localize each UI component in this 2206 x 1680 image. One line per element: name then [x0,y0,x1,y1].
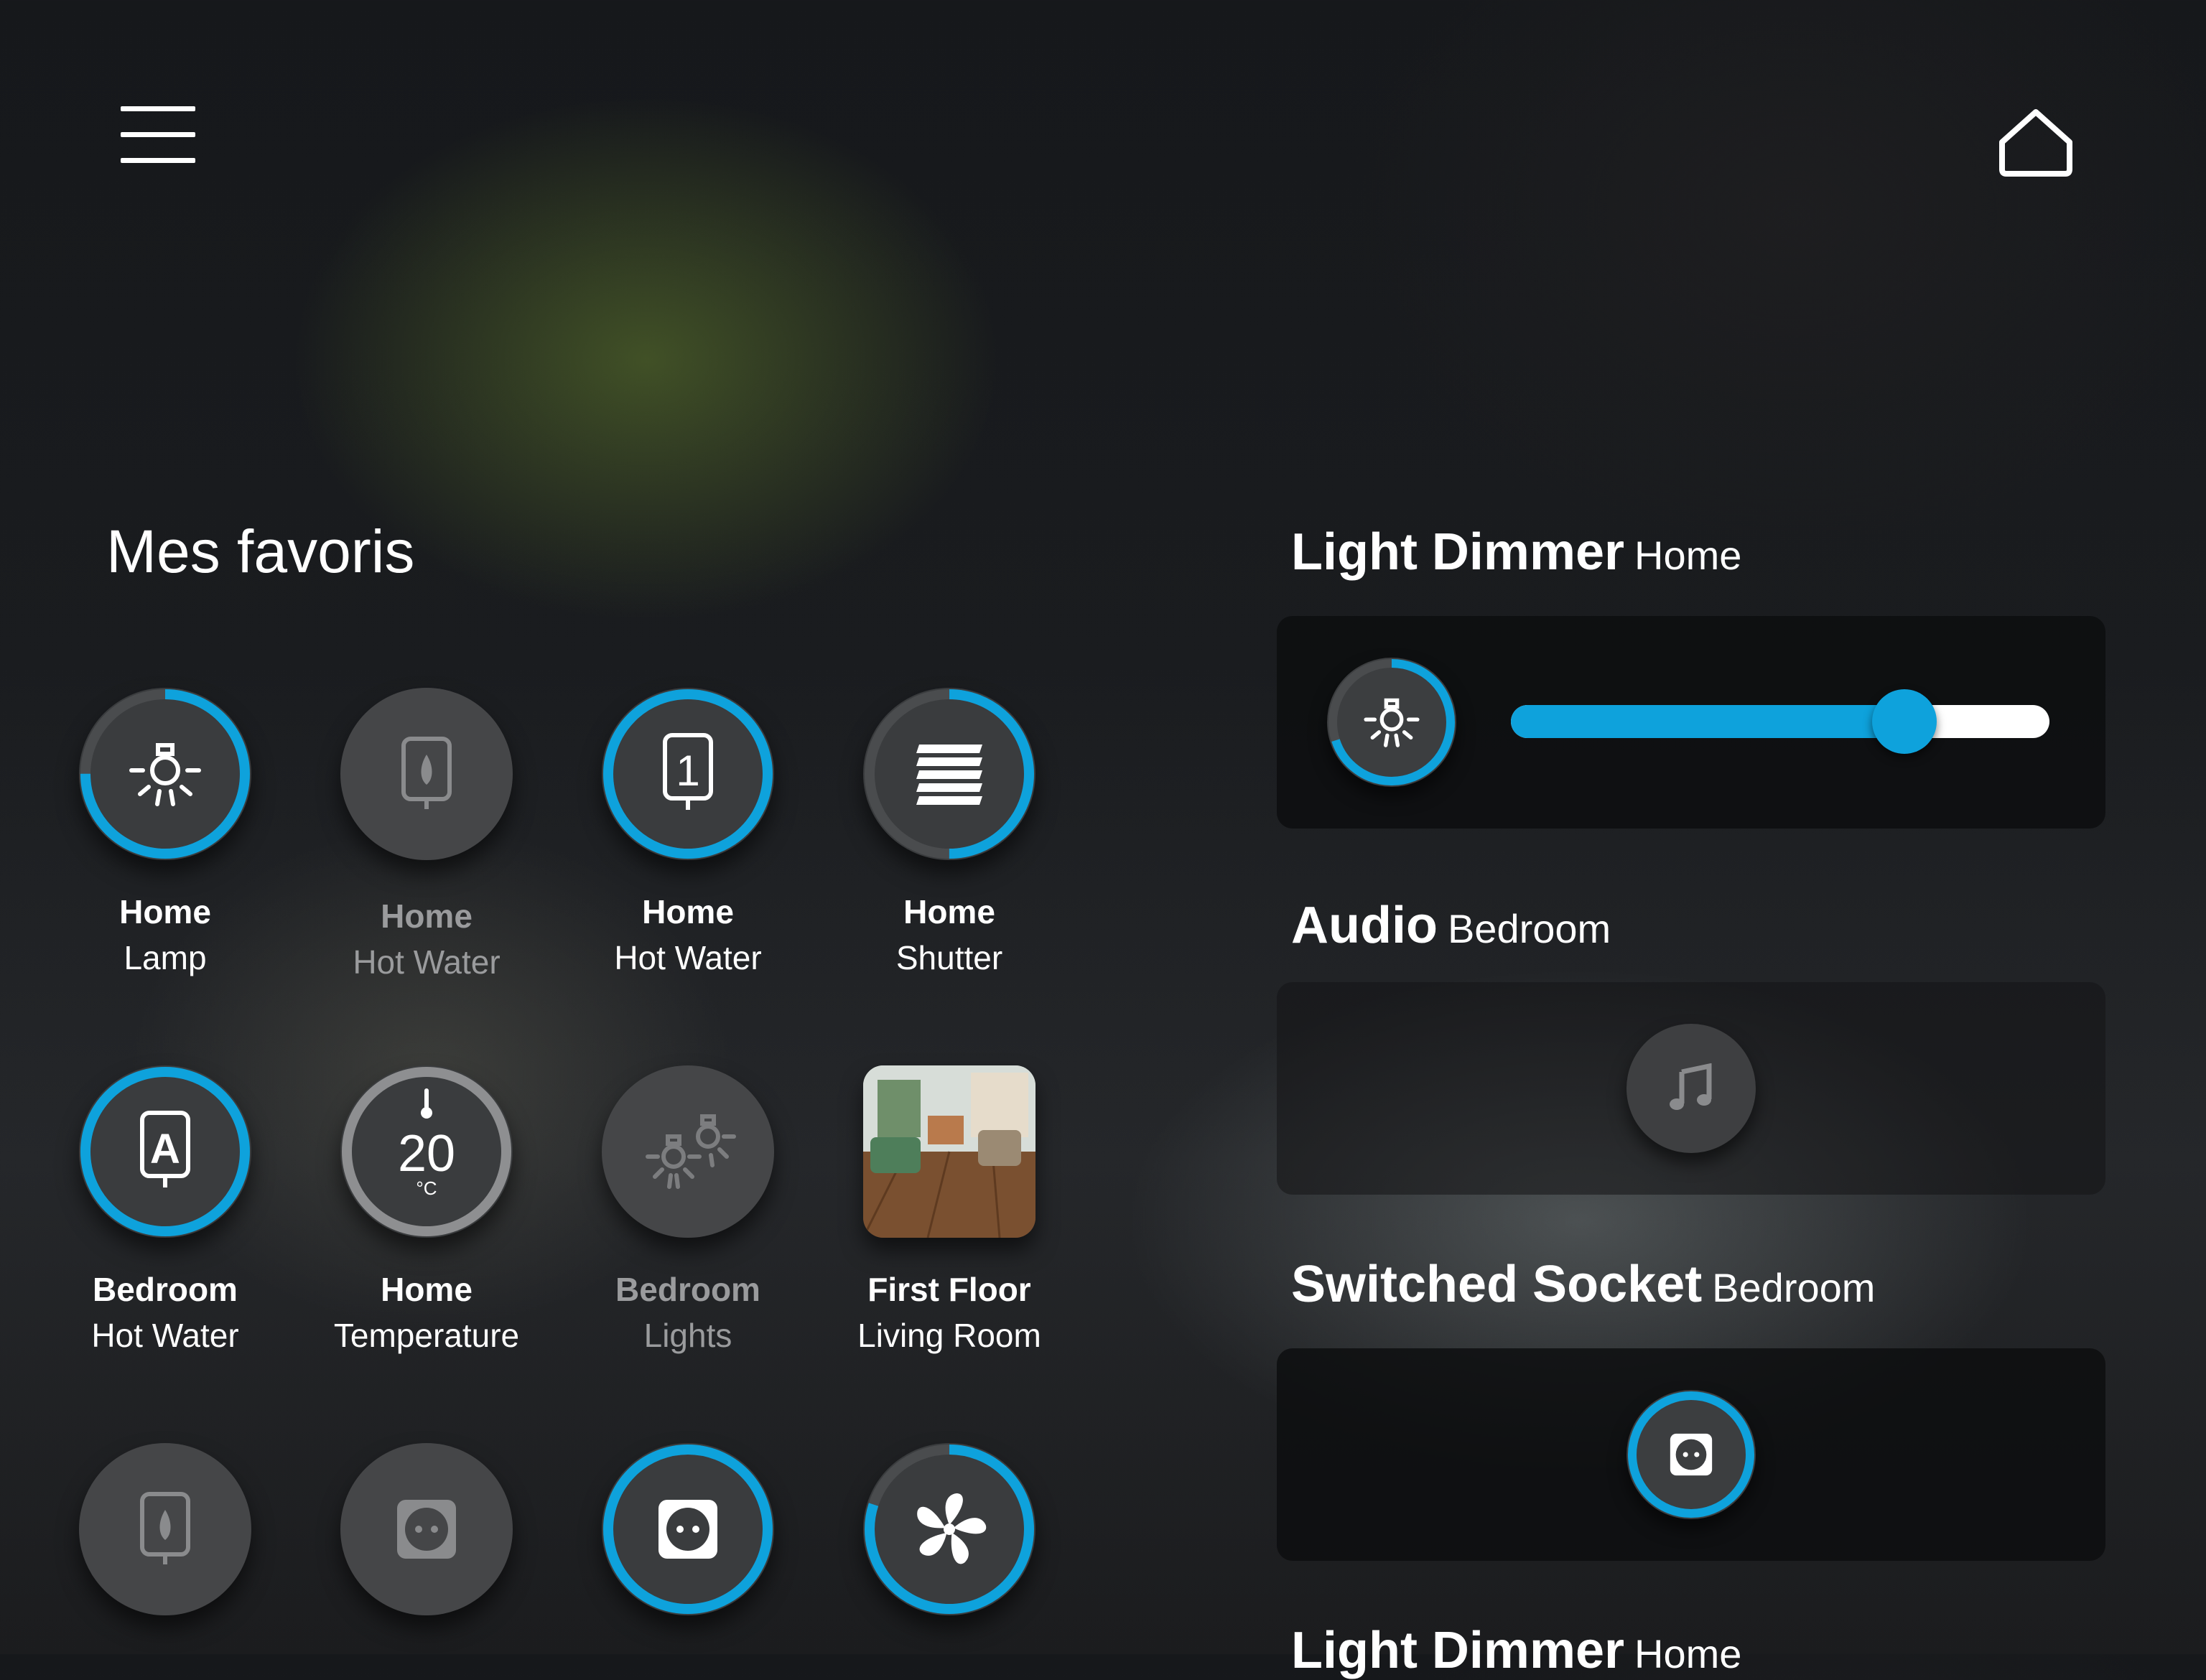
socket-icon [397,1500,456,1559]
favorite-tile-home-shutter[interactable]: Home Shutter [820,688,1079,981]
switched-socket-panel [1277,1348,2105,1561]
svg-text:A: A [150,1126,180,1172]
water-heater-flame-icon [140,1492,190,1564]
favorite-tile-fan[interactable] [820,1443,1079,1615]
widget-title: Switched Socket [1291,1256,1703,1313]
light-dimmer-widget-title: Light Dimmer Home [1291,523,1741,582]
home-icon[interactable] [1996,106,2075,178]
light-bulb-icon [129,743,201,806]
tile-device-label: Hot Water [614,939,762,976]
tile-room-label: Bedroom [93,1271,238,1308]
thermometer-icon [421,1088,432,1119]
tile-room-label: Home [903,893,995,930]
light-dimmer-2-widget-title: Light Dimmer Home [1291,1621,1741,1680]
dimmer-slider[interactable] [1511,689,2049,754]
favorite-tile-home-temperature[interactable]: 20 °C Home Temperature [297,1065,556,1358]
tile-room-label: Home [642,893,734,930]
tile-device-label: Lights [643,1317,732,1354]
audio-panel [1277,982,2105,1195]
tile-button[interactable]: 1 [602,688,774,860]
widget-title: Light Dimmer [1291,1622,1625,1679]
lights-group-icon [646,1114,736,1189]
tile-device-label: Lamp [124,939,207,976]
favorite-tile-bedroom-lights[interactable]: Bedroom Lights [559,1065,817,1358]
audio-play-button[interactable] [1626,1024,1756,1153]
widget-title: Light Dimmer [1291,523,1625,581]
tile-room-label: Home [119,893,211,930]
shutter-icon [916,745,982,805]
light-dimmer-toggle[interactable] [1327,658,1456,787]
tile-button[interactable]: A [79,1065,251,1238]
tile-device-label: Hot Water [91,1317,239,1354]
temperature-value: 20 [397,1125,456,1182]
favorite-tile-home-hot-water[interactable]: Home Hot Water [297,688,556,985]
widget-room: Bedroom [1712,1265,1876,1310]
tile-button[interactable] [602,1443,774,1615]
tile-room-label: Bedroom [615,1271,760,1308]
fan-icon [917,1493,987,1564]
light-bulb-icon [1364,698,1420,747]
svg-text:1: 1 [676,747,699,795]
dimmer-slider-fill [1511,705,1904,738]
tile-room-label: Home [381,1271,473,1308]
socket-icon [658,1500,717,1559]
switched-socket-toggle[interactable] [1626,1390,1756,1519]
socket-icon [1670,1433,1713,1476]
widget-room: Home [1634,533,1742,578]
water-heater-a-icon: A [140,1111,190,1187]
audio-widget-title: Audio Bedroom [1291,896,1611,955]
tile-button[interactable] [340,1443,513,1615]
tile-button[interactable] [340,688,513,860]
water-heater-flame-icon [401,737,452,809]
favorite-tile-bedroom-hot-water[interactable]: A Bedroom Hot Water [36,1065,294,1358]
hamburger-menu-icon[interactable] [121,106,195,164]
dimmer-slider-handle[interactable] [1871,689,1937,754]
widget-title: Audio [1291,897,1438,954]
temperature-unit: °C [416,1177,437,1199]
favorite-tile-home-lamp[interactable]: Home Lamp [36,688,294,981]
favorite-tile-home-hot-water-2[interactable]: 1 Home Hot Water [559,688,817,981]
tile-button[interactable]: 20 °C [340,1065,513,1238]
tile-button[interactable] [79,1443,251,1615]
tile-device-label: Temperature [333,1317,520,1354]
favorite-tile-hot-water-3[interactable] [36,1443,294,1615]
tile-device-label: Hot Water [353,943,501,981]
tile-device-label: Living Room [857,1317,1041,1354]
water-heater-1-icon: 1 [663,733,713,810]
switched-socket-widget-title: Switched Socket Bedroom [1291,1255,1875,1314]
tile-button[interactable] [863,1443,1035,1615]
tile-button[interactable] [602,1065,774,1238]
tile-device-label: Shutter [895,939,1003,976]
tile-button[interactable] [79,688,251,860]
favorite-tile-socket[interactable] [297,1443,556,1615]
tile-room-label: Home [381,897,473,935]
widget-room: Bedroom [1447,906,1611,951]
light-dimmer-panel [1277,616,2105,829]
favorite-tile-socket-on[interactable] [559,1443,817,1615]
tile-button[interactable] [863,688,1035,860]
favorite-tile-first-floor-living-room[interactable]: First Floor Living Room [820,1065,1079,1358]
music-note-icon [1670,1063,1712,1110]
favorites-title: Mes favoris [106,518,415,585]
tile-room-label: First Floor [867,1271,1031,1308]
living-room-photo[interactable] [863,1065,1035,1238]
